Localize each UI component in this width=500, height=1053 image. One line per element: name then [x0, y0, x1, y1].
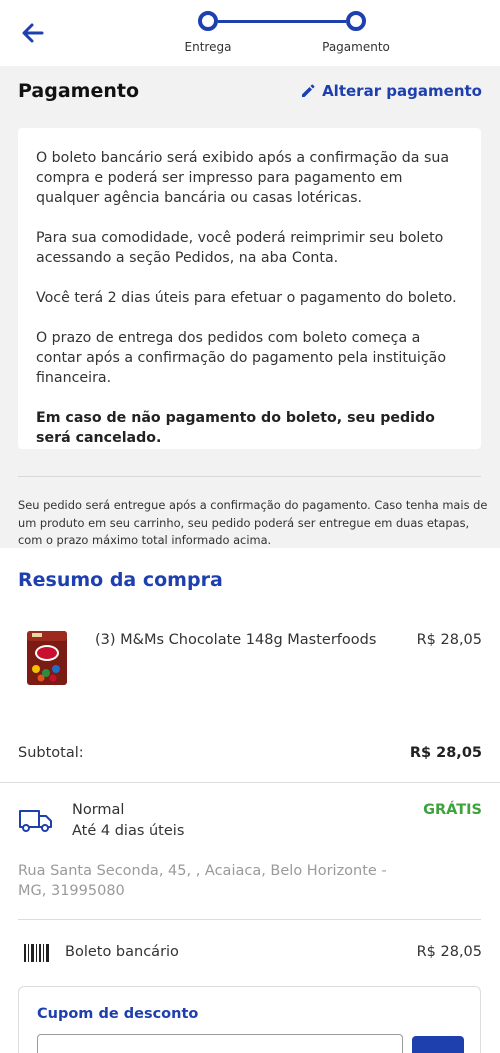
summary-title: Resumo da compra [18, 569, 223, 591]
shipping-price: GRÁTIS [423, 802, 482, 818]
subtotal-label: Subtotal: [18, 745, 84, 761]
stepper-connector [218, 20, 346, 23]
divider [0, 782, 500, 783]
cancel-warning: Em caso de não pagamento do boleto, seu … [36, 410, 435, 446]
change-payment-label: Alterar pagamento [322, 82, 482, 100]
pencil-icon [302, 84, 315, 97]
info-paragraph: Para sua comodidade, você poderá reimpri… [36, 230, 444, 266]
checkout-stepper: Entrega Pagamento [0, 0, 500, 66]
boleto-info-card: O boleto bancário será exibido após a co… [18, 128, 481, 449]
divider [18, 476, 481, 477]
delivery-note: Seu pedido será entregue após a confirma… [18, 498, 488, 547]
info-paragraph: O prazo de entrega dos pedidos com bolet… [36, 330, 447, 386]
payment-title: Pagamento [18, 80, 140, 102]
barcode-icon [24, 944, 49, 962]
shipping-name: Normal [72, 802, 125, 818]
coupon-title: Cupom de desconto [37, 1006, 199, 1022]
coupon-input[interactable] [37, 1034, 403, 1053]
step-pagamento-label: Pagamento [322, 40, 390, 54]
product-price: R$ 28,05 [416, 632, 482, 648]
info-paragraph: Você terá 2 dias úteis para efetuar o pa… [36, 290, 457, 306]
step-entrega-label: Entrega [184, 40, 232, 54]
apply-coupon-button[interactable] [412, 1036, 464, 1053]
step-entrega-circle[interactable] [198, 11, 218, 31]
product-image [27, 631, 67, 685]
payment-method-name: Boleto bancário [65, 944, 179, 960]
coupon-card: Cupom de desconto [18, 986, 481, 1053]
shipping-time: Até 4 dias úteis [72, 823, 185, 839]
checkout-header: Entrega Pagamento [0, 0, 500, 66]
truck-icon [19, 810, 52, 832]
subtotal-value: R$ 28,05 [409, 745, 482, 761]
info-paragraph: O boleto bancário será exibido após a co… [36, 150, 450, 206]
delivery-address: Rua Santa Seconda, 45, , Acaiaca, Belo H… [18, 863, 387, 899]
payment-method-value: R$ 28,05 [416, 944, 482, 960]
step-pagamento-circle[interactable] [346, 11, 366, 31]
change-payment-button[interactable]: Alterar pagamento [300, 82, 482, 100]
product-name: (3) M&Ms Chocolate 148g Masterfoods [95, 632, 377, 648]
divider [18, 919, 481, 920]
